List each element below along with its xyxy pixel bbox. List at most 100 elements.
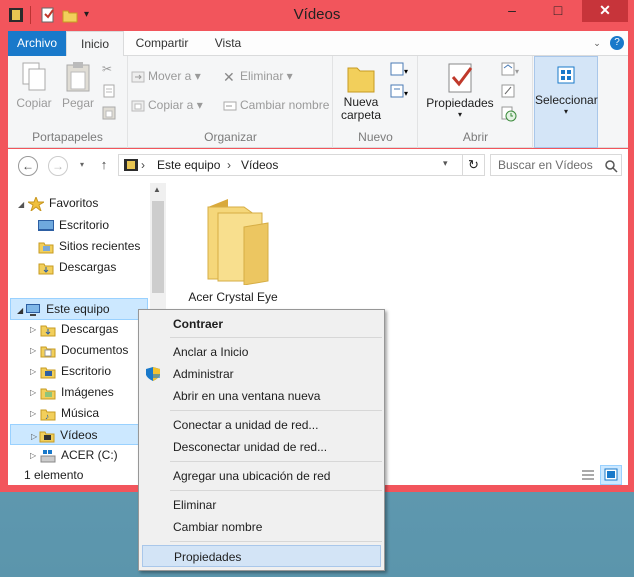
menu-item-agregar-ubicacion[interactable]: Agregar una ubicación de red xyxy=(142,465,381,487)
search-input[interactable]: Buscar en Vídeos xyxy=(490,154,622,176)
maximize-button[interactable]: □ xyxy=(536,0,580,22)
up-button[interactable]: ↑ xyxy=(94,156,114,176)
ribbon-tabs: Archivo Inicio Compartir Vista ⌄ ? xyxy=(8,31,628,57)
crumb-videos[interactable]: Vídeos xyxy=(241,158,278,172)
tree-acer-c[interactable]: ACER (C:) xyxy=(40,445,118,465)
crumb-este-equipo[interactable]: Este equipo xyxy=(157,158,220,172)
menu-separator xyxy=(170,541,382,542)
expand-musica-icon[interactable]: ▷ xyxy=(30,409,36,418)
edit-icon[interactable] xyxy=(501,84,515,101)
easy-access-icon[interactable]: ▾ xyxy=(390,84,410,101)
paste-button[interactable]: Pegar xyxy=(58,60,98,110)
rename-icon xyxy=(223,99,237,113)
tree-videos[interactable]: ▷ Vídeos xyxy=(10,424,148,445)
move-to-button[interactable]: Mover a ▾ xyxy=(131,69,201,84)
downloads-icon xyxy=(38,261,54,275)
group-label-nuevo: Nuevo xyxy=(358,130,393,144)
large-icons-view-button[interactable] xyxy=(600,465,622,485)
menu-item-eliminar[interactable]: Eliminar xyxy=(142,494,381,516)
properties-icon xyxy=(443,60,477,96)
delete-icon: ✕ xyxy=(223,68,235,85)
group-abrir: Propiedades ▾ ▾ Abrir xyxy=(419,56,533,148)
menu-item-cambiar-nombre[interactable]: Cambiar nombre xyxy=(142,516,381,538)
scroll-thumb[interactable] xyxy=(152,201,164,293)
menu-separator xyxy=(170,461,382,462)
refresh-button[interactable]: ↻ xyxy=(463,154,485,176)
select-label: Seleccionar xyxy=(535,93,598,107)
svg-text:▾: ▾ xyxy=(515,67,519,76)
menu-item-abrir-ventana[interactable]: Abrir en una ventana nueva xyxy=(142,385,381,407)
menu-item-administrar[interactable]: Administrar xyxy=(142,363,381,385)
select-button[interactable]: Seleccionar ▾ xyxy=(535,63,598,116)
search-placeholder: Buscar en Vídeos xyxy=(498,158,593,172)
new-item-icon[interactable]: ▾ xyxy=(390,62,410,79)
expand-documentos-icon[interactable]: ▷ xyxy=(30,346,36,355)
back-button[interactable]: ← xyxy=(18,156,38,176)
tree-descargas[interactable]: Descargas xyxy=(40,319,118,339)
tab-vista[interactable]: Vista xyxy=(200,31,256,56)
tree-fav-recientes[interactable]: Sitios recientes xyxy=(38,236,140,256)
desktop-icon xyxy=(38,219,54,233)
tree-fav-escritorio[interactable]: Escritorio xyxy=(38,215,109,235)
tree-favoritos[interactable]: Favoritos xyxy=(26,193,98,213)
new-folder-icon xyxy=(344,60,378,96)
item-count: 1 elemento xyxy=(24,468,84,482)
tree-imagenes-label: Imágenes xyxy=(61,385,114,399)
expand-descargas-icon[interactable]: ▷ xyxy=(30,325,36,334)
paste-shortcut-icon[interactable] xyxy=(102,106,116,123)
tree-musica[interactable]: ♪ Música xyxy=(40,403,99,423)
computer-icon xyxy=(25,303,41,317)
recent-locations-icon[interactable]: ▾ xyxy=(72,156,92,176)
forward-button[interactable]: → xyxy=(48,156,68,176)
tree-imagenes[interactable]: Imágenes xyxy=(40,382,114,402)
expand-acer-icon[interactable]: ▷ xyxy=(30,451,36,460)
expand-imagenes-icon[interactable]: ▷ xyxy=(30,388,36,397)
cut-icon[interactable]: ✂ xyxy=(102,62,112,76)
move-to-icon xyxy=(131,70,145,84)
menu-separator xyxy=(170,490,382,491)
collapse-favoritos-icon[interactable]: ◢ xyxy=(18,200,24,209)
properties-button[interactable]: Propiedades ▾ xyxy=(423,60,497,119)
address-dropdown-icon[interactable]: ▾ xyxy=(443,158,448,169)
minimize-button[interactable]: – xyxy=(490,0,534,22)
tab-compartir[interactable]: Compartir xyxy=(126,31,198,56)
new-folder-button[interactable]: Nueva carpeta xyxy=(340,60,382,122)
open-icon[interactable]: ▾ xyxy=(501,62,521,79)
tree-este-equipo[interactable]: ◢ Este equipo xyxy=(10,298,148,320)
tree-fav-descargas-label: Descargas xyxy=(59,260,117,274)
menu-item-contraer[interactable]: Contraer xyxy=(142,313,381,335)
tab-inicio[interactable]: Inicio xyxy=(66,31,124,57)
tree-documentos[interactable]: Documentos xyxy=(40,340,128,360)
expand-escritorio-icon[interactable]: ▷ xyxy=(30,367,36,376)
navigation-pane: ◢ Favoritos Escritorio Sitios recientes … xyxy=(8,183,150,465)
drive-icon xyxy=(40,449,56,463)
tree-fav-descargas[interactable]: Descargas xyxy=(38,257,116,277)
tree-videos-label: Vídeos xyxy=(60,428,98,442)
scroll-up-icon[interactable]: ▲ xyxy=(153,185,161,194)
group-label-organizar: Organizar xyxy=(204,130,257,144)
rename-button[interactable]: Cambiar nombre xyxy=(223,98,329,113)
help-icon[interactable]: ? xyxy=(610,36,624,50)
copy-to-icon xyxy=(131,99,145,113)
address-field[interactable]: › Este equipo › Vídeos ▾ xyxy=(118,154,463,176)
copy-icon xyxy=(17,60,51,96)
tab-archivo[interactable]: Archivo xyxy=(8,31,66,56)
copy-to-button[interactable]: Copiar a ▾ xyxy=(131,98,203,113)
close-button[interactable]: ✕ xyxy=(582,0,628,22)
menu-item-conectar-unidad[interactable]: Conectar a unidad de red... xyxy=(142,414,381,436)
copy-button[interactable]: Copiar xyxy=(14,60,54,110)
tree-escritorio[interactable]: Escritorio xyxy=(40,361,111,381)
history-icon[interactable] xyxy=(501,106,517,125)
details-view-button[interactable] xyxy=(578,465,598,485)
copy-path-icon[interactable] xyxy=(102,84,116,101)
delete-button[interactable]: ✕ Eliminar ▾ xyxy=(223,69,293,84)
title-bar: ▾ Vídeos – □ ✕ xyxy=(0,0,634,30)
folder-item[interactable]: Acer Crystal Eye xyxy=(178,193,288,304)
ribbon-expand-icon[interactable]: ⌄ xyxy=(590,36,604,50)
ribbon-body: Copiar Pegar ✂ Portapapeles Mover a ▾ Co… xyxy=(8,56,628,148)
menu-item-propiedades[interactable]: Propiedades xyxy=(142,545,381,567)
group-organizar: Mover a ▾ Copiar a ▾ ✕ Eliminar ▾ Cambiar… xyxy=(129,56,333,148)
menu-item-anclar[interactable]: Anclar a Inicio xyxy=(142,341,381,363)
menu-item-desconectar-unidad[interactable]: Desconectar unidad de red... xyxy=(142,436,381,458)
svg-text:▾: ▾ xyxy=(404,67,408,76)
